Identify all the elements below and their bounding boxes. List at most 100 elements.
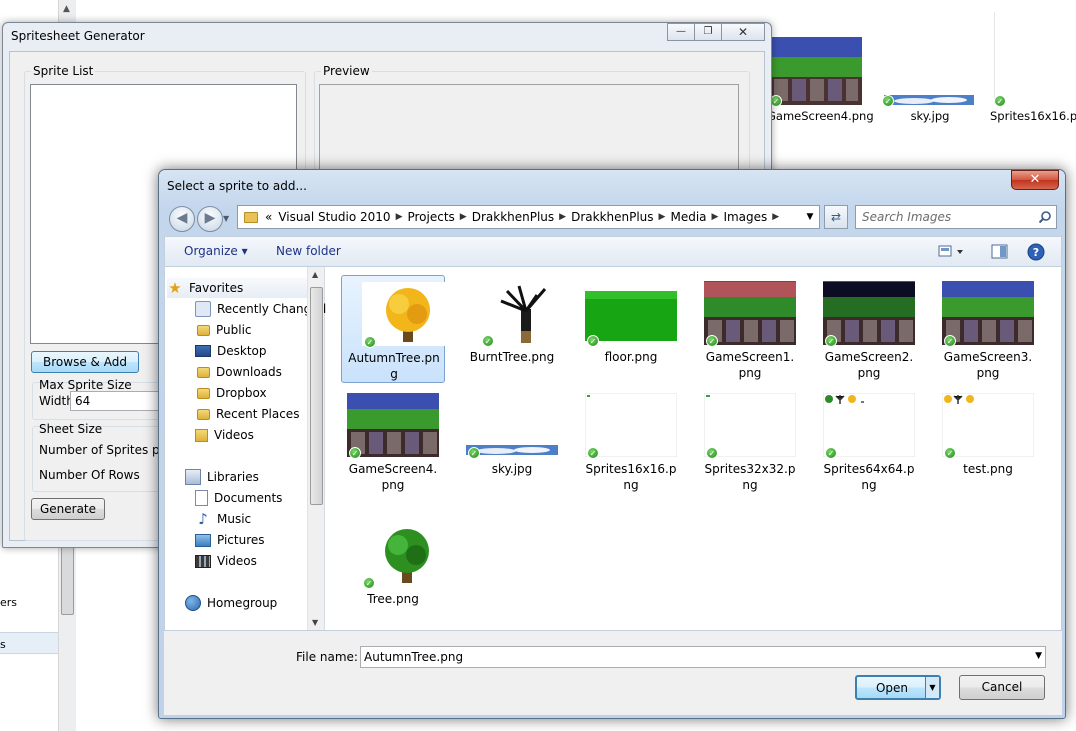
breadcrumb-item[interactable]: DrakkhenPlus <box>469 210 557 224</box>
generate-button[interactable]: Generate <box>31 498 105 520</box>
video-folder-icon <box>195 428 208 442</box>
nav-homegroup[interactable]: Homegroup <box>185 593 277 613</box>
file-item[interactable]: ✓ test.png <box>936 387 1040 479</box>
sync-check-icon: ✓ <box>349 447 361 459</box>
nav-desktop[interactable]: Desktop <box>195 341 267 361</box>
background-gamescreen-thumbnail[interactable] <box>770 37 862 105</box>
breadcrumb-item[interactable]: Images <box>720 210 770 224</box>
navigation-pane: ★ Favorites Recently Changed Public Desk… <box>165 267 326 630</box>
browse-add-button[interactable]: Browse & Add <box>31 351 139 373</box>
file-thumbnail <box>480 281 571 345</box>
chevron-right-icon[interactable]: ▶ <box>770 212 781 222</box>
search-icon[interactable] <box>1039 211 1051 223</box>
breadcrumb-item[interactable]: Visual Studio 2010 <box>275 210 393 224</box>
file-thumbnail <box>361 523 452 587</box>
minimize-button[interactable]: — <box>667 23 695 41</box>
background-sky-thumbnail[interactable] <box>884 95 974 105</box>
file-item[interactable]: ✓ GameScreen2.png <box>817 275 921 383</box>
open-split-chevron-icon[interactable]: ▼ <box>925 677 939 698</box>
file-thumbnail <box>942 281 1034 345</box>
cancel-button[interactable]: Cancel <box>959 675 1045 700</box>
nav-public[interactable]: Public <box>195 320 252 340</box>
file-item[interactable]: ✓ Sprites16x16.png <box>579 387 683 495</box>
navigation-scroll-thumb[interactable] <box>310 287 323 505</box>
nav-libraries[interactable]: Libraries <box>185 467 259 487</box>
sync-check-icon: ✓ <box>587 335 599 347</box>
background-sprites-thumbnail[interactable] <box>994 12 1076 104</box>
nav-downloads[interactable]: Downloads <box>195 362 282 382</box>
nav-documents[interactable]: Documents <box>195 488 282 508</box>
background-file-label[interactable]: GameScreen4.png <box>767 109 874 124</box>
breadcrumb-item[interactable]: Projects <box>404 210 457 224</box>
file-name-dropdown-icon[interactable]: ▼ <box>1035 651 1042 661</box>
file-item[interactable]: ✓ GameScreen4.png <box>341 387 445 495</box>
help-icon[interactable]: ? <box>1027 243 1045 261</box>
width-input[interactable]: 64 <box>70 391 170 411</box>
background-file-label[interactable]: sky.jpg <box>880 109 980 123</box>
file-item[interactable]: ✓ Sprites32x32.png <box>698 387 802 495</box>
dialog-close-button[interactable]: ✕ <box>1011 170 1059 190</box>
background-file-label[interactable]: Sprites16x16.png <box>990 109 1076 123</box>
nav-music[interactable]: ♪ Music <box>195 509 251 529</box>
folder-icon <box>197 324 210 336</box>
breadcrumb-overflow[interactable]: « <box>262 210 275 224</box>
nav-item-label: Music <box>217 512 252 526</box>
nav-library-videos[interactable]: Videos <box>195 551 257 571</box>
nav-favorites[interactable]: ★ Favorites <box>167 278 307 298</box>
maximize-button[interactable]: ❐ <box>694 23 722 41</box>
chevron-right-icon[interactable]: ▶ <box>458 212 469 222</box>
search-input[interactable]: Search Images <box>855 205 1057 229</box>
dropbox-folder-icon <box>197 387 210 399</box>
nav-recent-places[interactable]: Recent Places <box>195 404 299 424</box>
back-arrow-icon[interactable]: ◀ <box>169 206 195 232</box>
sync-check-icon: ✓ <box>706 447 718 459</box>
background-nav-fragment: ers <box>0 596 18 609</box>
organize-menu[interactable]: Organize ▾ <box>184 244 248 258</box>
star-icon: ★ <box>168 279 182 297</box>
view-options-icon[interactable] <box>938 244 966 260</box>
refresh-icon[interactable]: ⇄ <box>824 205 848 229</box>
scroll-up-arrow-icon[interactable]: ▲ <box>63 4 70 14</box>
chevron-right-icon[interactable]: ▶ <box>557 212 568 222</box>
chevron-right-icon[interactable]: ▶ <box>394 212 405 222</box>
file-item[interactable]: ✓ GameScreen1.png <box>698 275 802 383</box>
sync-check-icon: ✓ <box>468 447 480 459</box>
address-bar[interactable]: « Visual Studio 2010 ▶ Projects ▶ Drakkh… <box>237 205 820 229</box>
file-thumbnail <box>704 281 796 345</box>
nav-pictures[interactable]: Pictures <box>195 530 265 550</box>
recent-pages-chevron-icon[interactable]: ▼ <box>223 214 229 223</box>
nav-item-label: Pictures <box>217 533 265 547</box>
new-folder-button[interactable]: New folder <box>276 244 341 258</box>
sync-check-icon: ✓ <box>944 447 956 459</box>
address-dropdown-icon[interactable]: ▼ <box>801 212 819 222</box>
forward-arrow-icon[interactable]: ▶ <box>197 206 223 232</box>
chevron-right-icon[interactable]: ▶ <box>710 212 721 222</box>
file-item[interactable]: ✓ sky.jpg <box>460 387 564 479</box>
file-list: ✓ AutumnTree.png ✓ BurntTree.png ✓ floor.png ✓… <box>341 267 1061 630</box>
window-caption-buttons: — ❐ ✕ <box>667 23 765 41</box>
file-name-input[interactable]: AutumnTree.png ▼ <box>360 646 1046 668</box>
file-item[interactable]: ✓ Sprites64x64.png <box>817 387 921 495</box>
chevron-right-icon[interactable]: ▶ <box>657 212 668 222</box>
scroll-down-arrow-icon[interactable]: ▼ <box>312 618 318 627</box>
nav-videos[interactable]: Videos <box>195 425 254 445</box>
file-thumbnail <box>347 393 439 457</box>
file-item[interactable]: ✓ BurntTree.png <box>460 275 571 367</box>
nav-dropbox[interactable]: Dropbox <box>195 383 267 403</box>
navigation-scrollbar[interactable]: ▲ ▼ <box>307 267 324 630</box>
breadcrumb-item[interactable]: Media <box>667 210 709 224</box>
file-thumbnail <box>585 393 677 457</box>
file-thumbnail <box>942 393 1034 457</box>
file-item[interactable]: ✓ AutumnTree.png <box>341 275 453 383</box>
preview-pane-icon[interactable] <box>991 244 1009 260</box>
file-item[interactable]: ✓ GameScreen3.png <box>936 275 1040 383</box>
breadcrumb-item[interactable]: DrakkhenPlus <box>568 210 656 224</box>
window-title: Spritesheet Generator <box>11 29 145 43</box>
file-item[interactable]: ✓ floor.png <box>579 275 683 367</box>
open-button[interactable]: Open ▼ <box>855 675 941 700</box>
nav-item-label: Videos <box>214 428 254 442</box>
file-item[interactable]: ✓ Tree.png <box>341 517 452 609</box>
sync-check-icon: ✓ <box>587 447 599 459</box>
scroll-up-arrow-icon[interactable]: ▲ <box>312 270 318 279</box>
close-button[interactable]: ✕ <box>721 23 765 41</box>
